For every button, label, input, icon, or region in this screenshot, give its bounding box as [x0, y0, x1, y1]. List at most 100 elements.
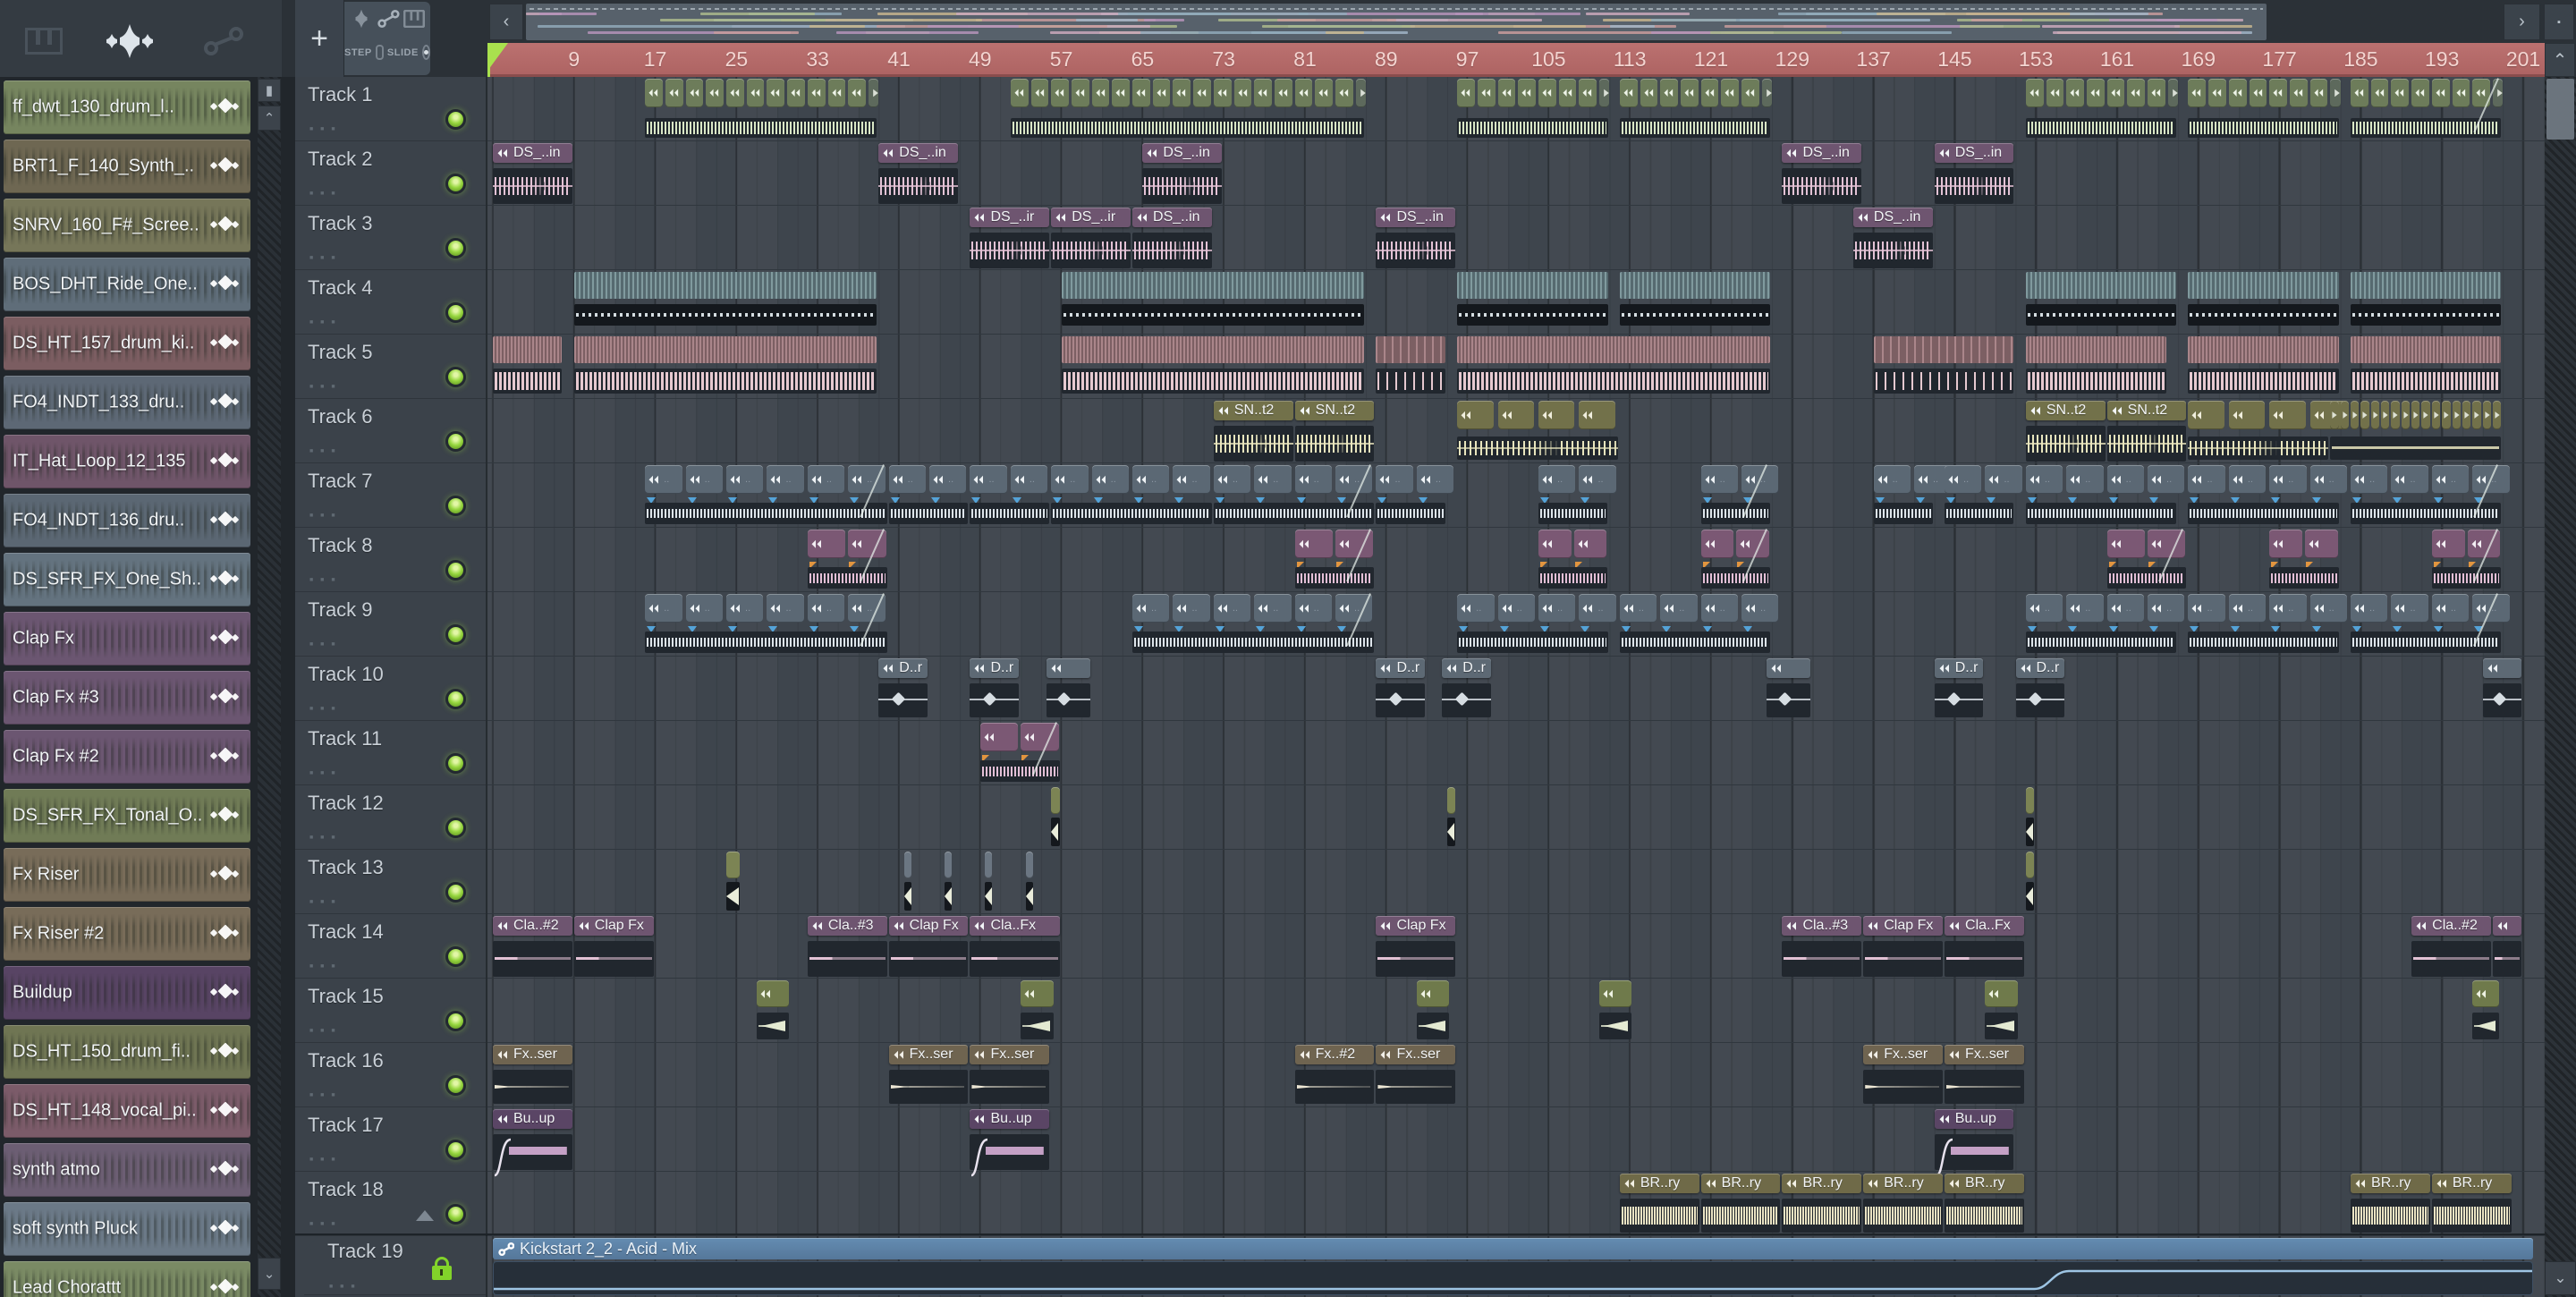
- audio-clip[interactable]: Cla..#2: [493, 916, 572, 977]
- audio-clip-small[interactable]: D..r: [878, 658, 928, 719]
- track-header[interactable]: Track 12 ■ ■ ■: [295, 785, 486, 850]
- audio-clip[interactable]: Fx..ser: [970, 1045, 1050, 1106]
- audio-clip-chopped[interactable]: [2188, 401, 2347, 462]
- audio-clip[interactable]: [2269, 530, 2339, 590]
- tool-waveform-icon[interactable]: [350, 9, 373, 33]
- clip[interactable]: DS_..in: [1852, 208, 1933, 227]
- audio-clip-sliver[interactable]: [985, 852, 993, 912]
- picker-clip-chip[interactable]: Clap Fx #2: [4, 730, 250, 784]
- automation-clip-body[interactable]: [493, 1261, 2534, 1295]
- clip[interactable]: Clap Fx: [1376, 916, 1456, 936]
- clip[interactable]: D..r: [1376, 658, 1426, 678]
- audio-clip-small[interactable]: D..r: [2015, 658, 2065, 719]
- picker-clip-chip[interactable]: BOS_DHT_Ride_One..: [4, 258, 250, 311]
- clip[interactable]: BR..ry: [1782, 1174, 1862, 1193]
- clip[interactable]: DS_..in: [1142, 143, 1223, 163]
- picker-clip-chip[interactable]: Buildup: [4, 966, 250, 1020]
- track-header[interactable]: Track 18 ■ ■ ■: [295, 1172, 486, 1236]
- clip[interactable]: DS_..in: [1376, 208, 1456, 227]
- clip[interactable]: SN..t2: [1294, 401, 1375, 420]
- picker-clip-chip[interactable]: DS_HT_157_drum_ki..: [4, 317, 250, 370]
- pattern-clip[interactable]: [573, 336, 877, 397]
- picker-clip-chip[interactable]: DS_SFR_FX_One_Sh..: [4, 553, 250, 606]
- audio-clip[interactable]: [807, 529, 887, 590]
- scroll-left-button[interactable]: ‹: [489, 4, 523, 40]
- audio-clip[interactable]: DS_..in: [1782, 143, 1862, 204]
- piano-icon[interactable]: [13, 23, 75, 59]
- audio-clip-chopped[interactable]: [2330, 401, 2502, 462]
- clip[interactable]: Bu..up: [970, 1109, 1050, 1129]
- audio-clip[interactable]: SN..t2: [2025, 401, 2106, 462]
- audio-clip[interactable]: BR..ry: [1782, 1174, 1862, 1234]
- track-header[interactable]: Track 2 ■ ■ ■: [295, 141, 486, 206]
- audio-clip-small[interactable]: [757, 980, 816, 1041]
- track-header[interactable]: Track 6 ■ ■ ■: [295, 399, 486, 463]
- track-mute-led[interactable]: [445, 1075, 466, 1096]
- track-menu-dots[interactable]: ■ ■ ■: [309, 126, 338, 133]
- audio-clip-sliced[interactable]: ....: [888, 465, 969, 526]
- clip[interactable]: BR..ry: [1619, 1174, 1699, 1193]
- pattern-clip[interactable]: [2351, 336, 2502, 397]
- track-header[interactable]: Track 3 ■ ■ ■: [295, 206, 486, 270]
- audio-clip[interactable]: [979, 722, 1060, 784]
- audio-clip-chopped[interactable]: [1457, 79, 1610, 140]
- clip[interactable]: Bu..up: [1934, 1109, 2014, 1129]
- clip[interactable]: Clap Fx: [888, 916, 969, 936]
- audio-clip[interactable]: [2431, 529, 2502, 590]
- scroll-down-button[interactable]: ⌄: [2545, 1261, 2576, 1295]
- audio-clip[interactable]: BR..ry: [1700, 1174, 1781, 1234]
- audio-clip-sliced[interactable]: ....: [1945, 465, 2022, 526]
- clip[interactable]: [1767, 658, 1811, 678]
- audio-clip[interactable]: BR..ry: [1945, 1174, 2024, 1234]
- track-menu-dots[interactable]: ■ ■ ■: [309, 835, 338, 842]
- audio-clip-sliced[interactable]: ........: [2351, 593, 2510, 655]
- clip[interactable]: SN..t2: [1213, 401, 1293, 420]
- audio-clip[interactable]: SN..t2: [2106, 401, 2187, 462]
- audio-clip[interactable]: DS_..in: [493, 143, 572, 204]
- clip[interactable]: Cla..Fx: [970, 916, 1060, 936]
- clip[interactable]: DS_..in: [878, 143, 959, 163]
- audio-clip-sliver[interactable]: [1025, 852, 1033, 912]
- track-header[interactable]: Track 7 ■ ■ ■: [295, 463, 486, 528]
- picker-clip-chip[interactable]: Clap Fx #3: [4, 671, 250, 725]
- audio-clip-sliced[interactable]: ....: [1700, 464, 1779, 526]
- audio-clip[interactable]: DS_..in: [1376, 208, 1456, 268]
- track-mute-led[interactable]: [445, 624, 466, 645]
- audio-clip-small[interactable]: D..r: [1934, 658, 1984, 719]
- clip[interactable]: DS_..in: [493, 143, 572, 163]
- audio-clip-sliced[interactable]: ........: [2188, 465, 2348, 526]
- track-menu-dots[interactable]: ■ ■ ■: [309, 319, 338, 326]
- track-menu-dots[interactable]: ■ ■ ■: [309, 577, 338, 584]
- track-header[interactable]: Track 13 ■ ■ ■: [295, 850, 486, 914]
- audio-clip-sliver[interactable]: [903, 852, 911, 912]
- audio-clip-sliced[interactable]: ........: [1213, 464, 1375, 526]
- audio-clip-sliced[interactable]: ....: [1538, 465, 1616, 526]
- clip[interactable]: Fx..ser: [493, 1045, 572, 1064]
- audio-clip-small[interactable]: [1767, 658, 1811, 719]
- audio-clip[interactable]: DS_..in: [1852, 208, 1933, 268]
- audio-clip[interactable]: DS_..ir: [970, 208, 1050, 268]
- clip[interactable]: DS_..in: [1782, 143, 1862, 163]
- picker-clip-chip[interactable]: DS_HT_150_drum_fi..: [4, 1025, 250, 1079]
- pattern-clip[interactable]: [493, 336, 563, 397]
- clip[interactable]: Cla..#3: [1782, 916, 1862, 936]
- track-menu-dots[interactable]: ■ ■ ■: [309, 641, 338, 648]
- step-checkbox[interactable]: [375, 45, 384, 60]
- audio-clip-sliced[interactable]: ............: [645, 464, 887, 526]
- picker-clip-chip[interactable]: Lead Chorattt: [4, 1261, 250, 1297]
- track-header[interactable]: Track 11 ■ ■ ■: [295, 721, 486, 785]
- track-header[interactable]: Track 8 ■ ■ ■: [295, 528, 486, 592]
- picker-clip-chip[interactable]: SNRV_160_F#_Scree..: [4, 199, 250, 252]
- audio-clip-sliced[interactable]: ....: [970, 465, 1050, 526]
- clip[interactable]: Cla..#3: [807, 916, 887, 936]
- track-menu-dots[interactable]: ■ ■ ■: [309, 963, 338, 971]
- audio-clip[interactable]: Bu..up: [493, 1109, 572, 1177]
- track-mute-led[interactable]: [445, 946, 466, 967]
- track-menu-dots[interactable]: ■ ■ ■: [309, 191, 338, 198]
- track-menu-dots[interactable]: ■ ■ ■: [309, 384, 338, 391]
- pattern-clip[interactable]: [1619, 272, 1771, 333]
- audio-clip[interactable]: Bu..up: [970, 1109, 1050, 1177]
- track-header[interactable]: Track 15 ■ ■ ■: [295, 979, 486, 1043]
- scroll-up-button[interactable]: ⌃: [2545, 43, 2575, 77]
- audio-clip[interactable]: [1700, 529, 1771, 590]
